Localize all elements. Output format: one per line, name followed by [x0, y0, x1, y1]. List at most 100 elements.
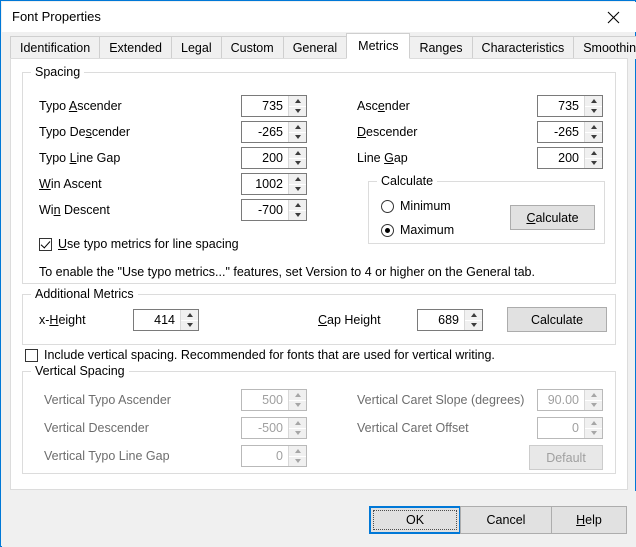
spinner-down-button: [289, 428, 306, 438]
spinner-down-button: [585, 400, 602, 410]
spinner-up-button[interactable]: [289, 174, 306, 185]
spinner-up-button[interactable]: [585, 96, 602, 107]
spinner-up-button[interactable]: [585, 122, 602, 133]
ascender-value: 735: [558, 99, 579, 113]
typo-metrics-hint: To enable the "Use typo metrics..." feat…: [39, 265, 535, 279]
win-ascent-spinner[interactable]: 1002: [241, 173, 307, 195]
typo-line-gap-label: Typo Line Gap: [39, 151, 121, 165]
spinner-buttons: [584, 96, 602, 116]
additional-metrics-group-label: Additional Metrics: [31, 287, 138, 301]
spinner-down-button[interactable]: [585, 132, 602, 142]
tab-general[interactable]: General: [282, 36, 348, 59]
spinner-down-button: [289, 400, 306, 410]
spinner-down-button: [585, 428, 602, 438]
radio-maximum[interactable]: Maximum: [381, 223, 454, 237]
spinner-up-button[interactable]: [289, 148, 306, 159]
typo-ascender-label: Typo Ascender: [39, 99, 122, 113]
line-gap-spinner[interactable]: 200: [537, 147, 603, 169]
vertical-descender-label: Vertical Descender: [44, 421, 149, 435]
spinner-up-button[interactable]: [289, 200, 306, 211]
tab-strip: Identification Extended Legal Custom Gen…: [10, 33, 636, 59]
spinner-down-button[interactable]: [289, 106, 306, 116]
ascender-spinner[interactable]: 735: [537, 95, 603, 117]
vertical-caret-slope-label: Vertical Caret Slope (degrees): [357, 393, 525, 407]
vertical-typo-ascender-spinner: 500: [241, 389, 307, 411]
vertical-descender-spinner: -500: [241, 417, 307, 439]
tab-legal[interactable]: Legal: [171, 36, 222, 59]
checkbox-indicator: [39, 237, 52, 251]
tab-label: Legal: [181, 41, 212, 55]
ok-button[interactable]: OK: [369, 506, 461, 534]
spinner-up-button[interactable]: [181, 310, 198, 321]
title-bar: Font Properties: [2, 2, 636, 32]
cap-height-spinner[interactable]: 689: [417, 309, 483, 331]
spinner-buttons: [288, 96, 306, 116]
spinner-down-button[interactable]: [465, 320, 482, 330]
typo-line-gap-spinner[interactable]: 200: [241, 147, 307, 169]
x-height-value: 414: [154, 313, 175, 327]
vertical-caret-offset-label: Vertical Caret Offset: [357, 421, 469, 435]
cap-height-value: 689: [438, 313, 459, 327]
calculate-button-additional[interactable]: Calculate: [507, 307, 607, 332]
tab-custom[interactable]: Custom: [220, 36, 284, 59]
spinner-buttons: [584, 148, 602, 168]
spinner-up-button[interactable]: [585, 148, 602, 159]
spinner-down-button[interactable]: [181, 320, 198, 330]
spinner-down-button[interactable]: [585, 158, 602, 168]
tab-smoothing[interactable]: Smoothing: [573, 36, 636, 59]
tab-identification[interactable]: Identification: [10, 36, 101, 59]
additional-metrics-group: Additional Metrics x-Height 414 Cap Heig…: [22, 287, 616, 345]
tab-label: General: [292, 41, 338, 55]
x-height-spinner[interactable]: 414: [133, 309, 199, 331]
spinner-up-button[interactable]: [289, 96, 306, 107]
use-typo-metrics-checkbox[interactable]: Use typo metrics for line spacing: [39, 237, 239, 251]
typo-ascender-spinner[interactable]: 735: [241, 95, 307, 117]
descender-label: Descender: [357, 125, 418, 139]
cap-height-label: Cap Height: [318, 313, 381, 327]
dialog-button-bar: OK Cancel Help: [2, 491, 636, 547]
tab-characteristics[interactable]: Characteristics: [471, 36, 575, 59]
tab-label: Metrics: [358, 39, 399, 53]
vertical-caret-slope-spinner: 90.00: [537, 389, 603, 411]
include-vertical-spacing-label: Include vertical spacing. Recommended fo…: [44, 348, 495, 362]
descender-spinner[interactable]: -265: [537, 121, 603, 143]
spinner-down-button[interactable]: [289, 184, 306, 194]
tab-metrics[interactable]: Metrics: [346, 33, 411, 59]
typo-descender-spinner[interactable]: -265: [241, 121, 307, 143]
ascender-label: Ascender: [357, 99, 410, 113]
x-height-label: x-Height: [39, 313, 86, 327]
vertical-typo-line-gap-label: Vertical Typo Line Gap: [44, 449, 170, 463]
tab-label: Ranges: [419, 41, 463, 55]
vertical-spacing-group: Vertical Spacing Vertical Typo Ascender …: [22, 364, 616, 474]
vertical-typo-line-gap-value: 0: [276, 449, 283, 463]
include-vertical-spacing-checkbox[interactable]: Include vertical spacing. Recommended fo…: [25, 348, 495, 362]
spinner-down-button[interactable]: [585, 106, 602, 116]
vertical-caret-offset-value: 0: [572, 421, 579, 435]
win-descent-spinner[interactable]: -700: [241, 199, 307, 221]
spinner-up-button[interactable]: [289, 122, 306, 133]
tab-label: Extended: [109, 41, 163, 55]
radio-minimum-label: Minimum: [400, 199, 451, 213]
tab-extended[interactable]: Extended: [99, 36, 173, 59]
typo-line-gap-value: 200: [262, 151, 283, 165]
use-typo-metrics-label: Use typo metrics for line spacing: [58, 237, 239, 251]
calculate-button-spacing[interactable]: Calculate: [510, 205, 595, 230]
radio-maximum-indicator: [381, 223, 394, 237]
radio-maximum-label: Maximum: [400, 223, 455, 237]
tab-label: Identification: [20, 41, 91, 55]
close-icon[interactable]: [591, 2, 636, 32]
metrics-tab-panel: Spacing Typo Ascender Typo Descender Typ…: [10, 58, 628, 490]
spinner-down-button[interactable]: [289, 210, 306, 220]
spinner-down-button[interactable]: [289, 132, 306, 142]
tab-ranges[interactable]: Ranges: [409, 36, 473, 59]
spacing-group-label: Spacing: [31, 65, 85, 79]
cancel-button[interactable]: Cancel: [460, 506, 552, 534]
help-button[interactable]: Help: [551, 506, 627, 534]
default-button-label: Default: [546, 450, 586, 465]
win-descent-label: Win Descent: [39, 203, 110, 217]
vertical-typo-ascender-label: Vertical Typo Ascender: [44, 393, 171, 407]
spinner-up-button[interactable]: [465, 310, 482, 321]
spinner-down-button[interactable]: [289, 158, 306, 168]
radio-minimum[interactable]: Minimum: [381, 199, 451, 213]
font-properties-dialog: Font Properties Identification Extended …: [0, 0, 636, 547]
